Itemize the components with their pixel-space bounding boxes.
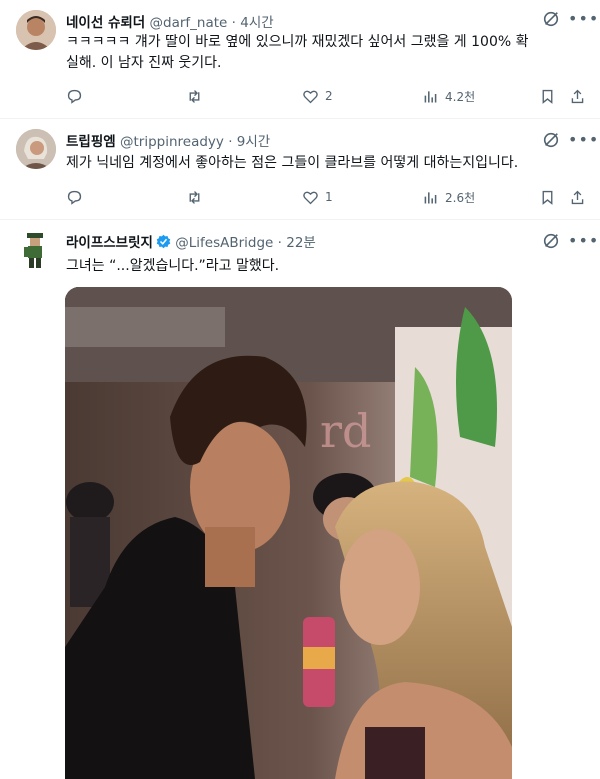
view-count: 4.2천	[445, 89, 476, 104]
tweet-media-video[interactable]: rd	[65, 287, 512, 779]
like-count: 1	[325, 190, 333, 204]
reply-icon	[67, 190, 82, 205]
tweet-text-line: 그녀는 “...알겠습니다.”라고 말했다.	[66, 258, 280, 274]
reply-button[interactable]	[66, 186, 89, 208]
share-button[interactable]	[569, 186, 586, 208]
action-bar: 2 4.2천	[66, 85, 586, 107]
separator: ·	[277, 235, 282, 251]
share-button[interactable]	[569, 85, 586, 107]
action-bar: 1 2.6천	[66, 186, 586, 208]
display-name[interactable]: 네이선 슈뢰더	[66, 15, 145, 31]
bookmark-button[interactable]	[539, 85, 556, 107]
tweet-text: 제가 닉네임 계정에서 좋아하는 점은 그들이 클라브를 어떻게 대하는지입니다…	[66, 153, 586, 174]
tweet-text: ㅋㅋㅋㅋㅋ 걔가 딸이 바로 옆에 있으니까 재밌겠다 싶어서 그랬을 게 10…	[66, 32, 586, 74]
views-icon	[424, 191, 437, 203]
tweet-1[interactable]: 네이선 슈뢰더 @darf_nate · 4시간 ••• ㅋㅋㅋㅋㅋ 걔가 딸이…	[0, 0, 600, 118]
timestamp[interactable]: 9시간	[237, 134, 270, 150]
bookmark-button[interactable]	[539, 186, 556, 208]
video-still-image: rd	[65, 287, 512, 779]
handle[interactable]: @darf_nate	[150, 15, 228, 31]
retweet-icon	[189, 89, 200, 103]
more-icon[interactable]: •••	[568, 132, 599, 148]
tweet-text-line: 제가 닉네임 계정에서 좋아하는 점은 그들이 클라브를 어떻게 대하는지입니다…	[66, 155, 519, 171]
bookmark-icon	[542, 190, 553, 205]
view-count: 2.6천	[445, 190, 476, 205]
tweet-text-line: 실해. 이 남자 진짜 웃기다.	[66, 55, 222, 71]
reply-icon	[67, 89, 82, 104]
avatar[interactable]	[16, 10, 56, 50]
share-icon	[571, 190, 584, 204]
separator: ·	[231, 15, 236, 31]
like-icon	[303, 191, 318, 204]
tweet-header: 트립핑엠 @trippinreadyy · 9시간	[66, 130, 270, 150]
bookmark-icon	[542, 89, 553, 104]
display-name[interactable]: 라이프스브릿지	[66, 235, 153, 251]
display-name[interactable]: 트립핑엠	[66, 134, 116, 150]
svg-text:rd: rd	[320, 404, 371, 458]
tweet-header: 네이선 슈뢰더 @darf_nate · 4시간	[66, 11, 274, 31]
views-button[interactable]: 4.2천	[422, 85, 475, 107]
views-icon	[424, 90, 437, 102]
timestamp[interactable]: 4시간	[240, 15, 273, 31]
separator: ·	[228, 134, 233, 150]
views-button[interactable]: 2.6천	[422, 186, 475, 208]
like-button[interactable]: 1	[302, 186, 333, 208]
avatar[interactable]	[16, 230, 56, 270]
tweet-text: 그녀는 “...알겠습니다.”라고 말했다.	[66, 256, 586, 277]
like-count: 2	[325, 89, 333, 103]
retweet-icon	[189, 190, 200, 204]
reply-button[interactable]	[66, 85, 89, 107]
grok-icon[interactable]	[542, 131, 560, 149]
more-icon[interactable]: •••	[568, 11, 599, 27]
grok-icon[interactable]	[542, 232, 560, 250]
avatar-photo-icon	[16, 10, 56, 50]
handle[interactable]: @trippinreadyy	[120, 134, 224, 150]
share-icon	[571, 89, 584, 103]
tweet-text-line: ㅋㅋㅋㅋㅋ 걔가 딸이 바로 옆에 있으니까 재밌겠다 싶어서 그랬을 게 10…	[66, 34, 529, 50]
retweet-button[interactable]	[186, 186, 209, 208]
handle[interactable]: @LifesABridge	[175, 235, 273, 251]
avatar-figure-icon	[24, 233, 43, 268]
more-icon[interactable]: •••	[568, 233, 599, 249]
verified-badge-icon	[156, 234, 171, 249]
grok-icon[interactable]	[542, 10, 560, 28]
tweet-header: 라이프스브릿지 @LifesABridge · 22분	[66, 231, 316, 251]
avatar[interactable]	[16, 129, 56, 169]
retweet-button[interactable]	[186, 85, 209, 107]
like-icon	[303, 90, 318, 103]
avatar-photo-icon	[16, 129, 56, 169]
timestamp[interactable]: 22분	[286, 235, 316, 251]
like-button[interactable]: 2	[302, 85, 333, 107]
tweet-2[interactable]: 트립핑엠 @trippinreadyy · 9시간 ••• 제가 닉네임 계정에…	[0, 119, 600, 219]
